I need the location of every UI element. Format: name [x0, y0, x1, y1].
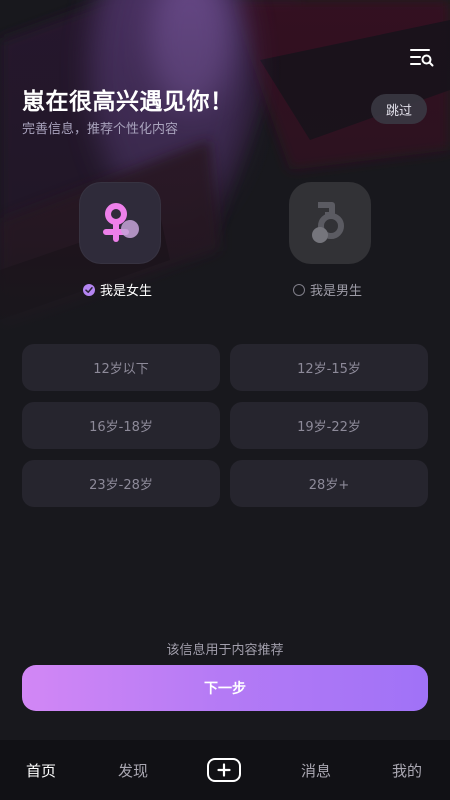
male-option-text: 我是男生 [310, 284, 363, 299]
unchecked-radio-icon [293, 283, 305, 296]
age-option-28-plus[interactable]: 28岁+ [230, 460, 428, 507]
filter-search-button[interactable] [404, 42, 440, 72]
plus-icon [217, 763, 231, 777]
add-button[interactable] [207, 758, 241, 782]
tab-me[interactable]: 我的 [392, 760, 422, 781]
checked-radio-icon [83, 283, 95, 296]
tab-discover[interactable]: 发现 [118, 760, 148, 781]
female-option-text: 我是女生 [100, 284, 153, 299]
male-icon [312, 202, 344, 243]
male-option-tile[interactable] [289, 182, 371, 264]
age-option-under-12[interactable]: 12岁以下 [22, 344, 220, 391]
age-option-23-28[interactable]: 23岁-28岁 [22, 460, 220, 507]
page-title: 崽在很高兴遇见你！ [22, 89, 234, 115]
female-option-label[interactable]: 我是女生 [83, 280, 152, 299]
age-option-12-15[interactable]: 12岁-15岁 [230, 344, 428, 391]
info-usage-hint: 该信息用于内容推荐 [166, 643, 284, 658]
age-option-19-22[interactable]: 19岁-22岁 [230, 402, 428, 449]
app-root: 崽在很高兴遇见你！ 完善信息，推荐个性化内容 跳过 我是女生 我是男生 12岁以… [0, 0, 450, 800]
skip-button[interactable]: 跳过 [371, 94, 427, 124]
male-option-label[interactable]: 我是男生 [293, 280, 362, 299]
filter-search-icon [410, 49, 434, 67]
page-subtitle: 完善信息，推荐个性化内容 [22, 122, 179, 137]
female-icon [103, 203, 139, 242]
tab-home[interactable]: 首页 [26, 760, 56, 781]
bottom-tab-bar: 首页 发现 消息 我的 [0, 740, 450, 800]
tab-messages[interactable]: 消息 [301, 760, 331, 781]
female-option-tile[interactable] [79, 182, 161, 264]
next-step-button[interactable]: 下一步 [22, 665, 428, 711]
age-option-16-18[interactable]: 16岁-18岁 [22, 402, 220, 449]
